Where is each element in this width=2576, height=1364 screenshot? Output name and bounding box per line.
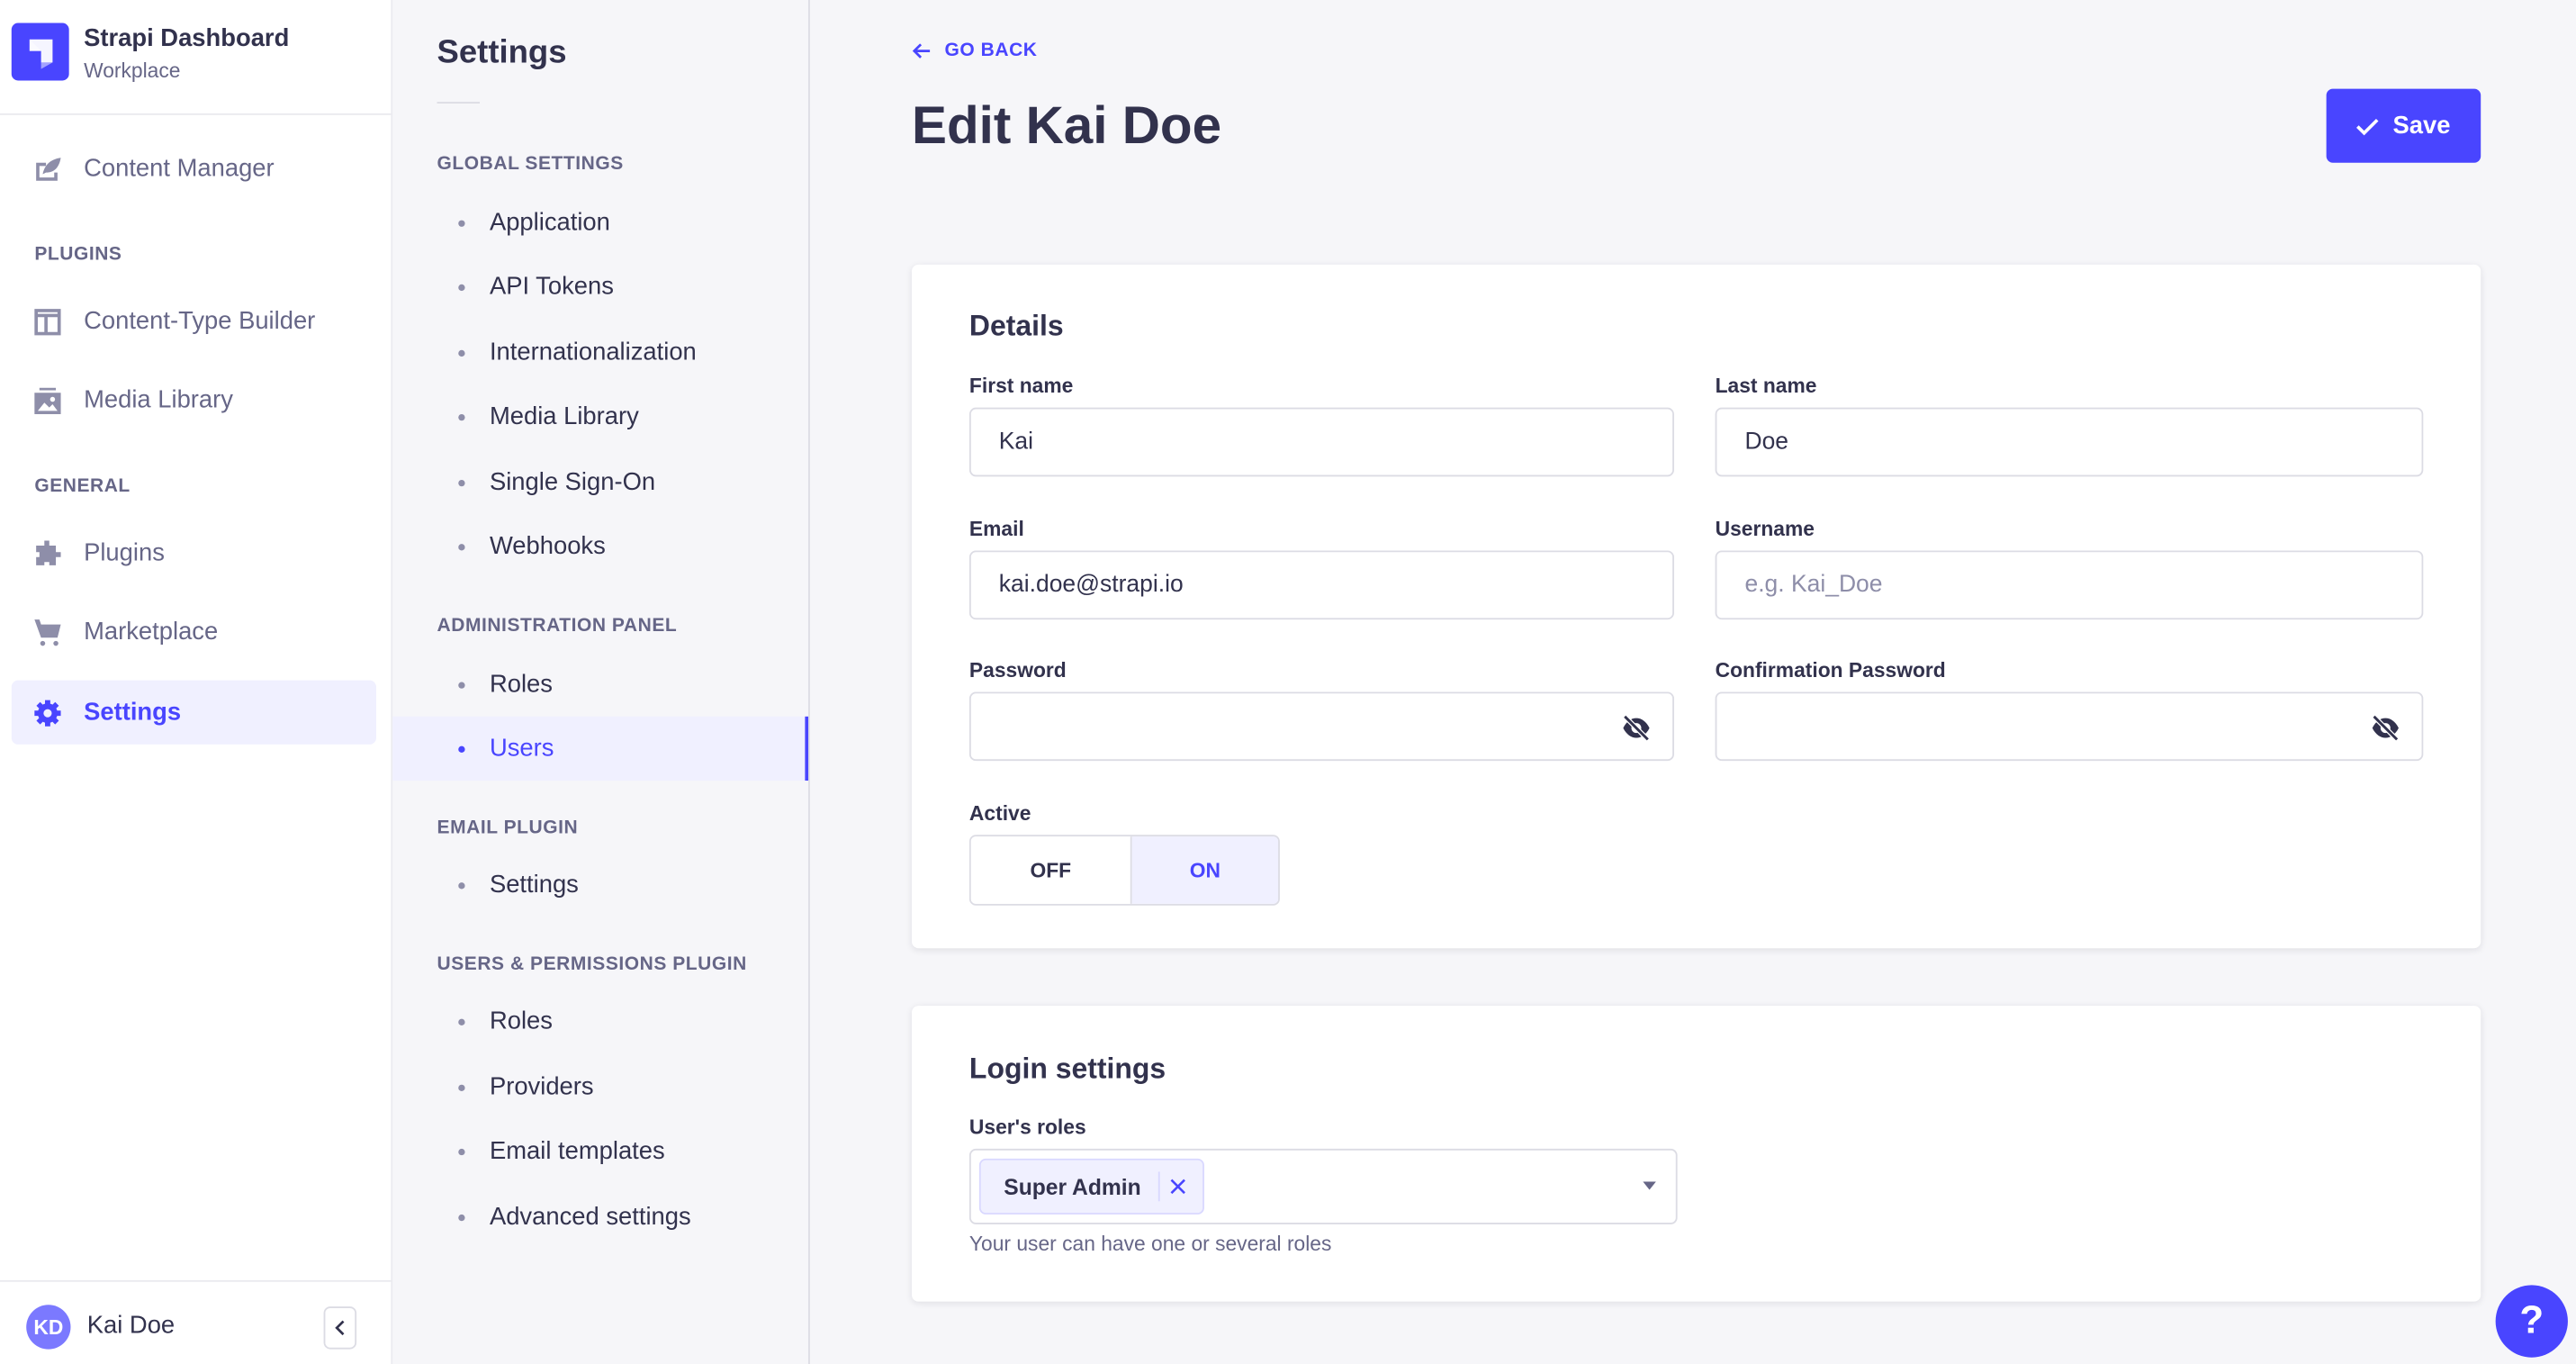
role-tag-label: Super Admin [1004, 1174, 1141, 1199]
nav-section-plugins: PLUGINS [34, 244, 122, 265]
image-icon [33, 385, 63, 415]
divider [0, 1279, 392, 1282]
confirm-password-label: Confirmation Password [1715, 658, 1946, 682]
subnav-label: Advanced settings [489, 1203, 691, 1232]
go-back-link[interactable]: GO BACK [912, 41, 1037, 61]
subnav-item-internationalization[interactable]: Internationalization [392, 321, 808, 384]
subnav-label: Single Sign-On [489, 468, 656, 497]
puzzle-icon [33, 538, 63, 568]
first-name-field[interactable]: Kai [968, 407, 1674, 477]
feather-icon [33, 154, 63, 184]
nav-item-content-manager[interactable]: Content Manager [12, 136, 376, 200]
last-name-label: Last name [1715, 375, 1817, 398]
eye-off-icon[interactable] [2371, 713, 2400, 743]
confirm-password-field[interactable] [1715, 691, 2424, 762]
subnav-section: EMAIL PLUGIN [437, 817, 579, 838]
subnav-title: Settings [437, 34, 567, 71]
roles-hint: Your user can have one or several roles [968, 1232, 1332, 1256]
nav-item-content-type-builder[interactable]: Content-Type Builder [12, 289, 376, 353]
first-name-label: First name [968, 375, 1074, 398]
last-name-field[interactable]: Doe [1715, 407, 2424, 477]
strapi-logo-icon [11, 23, 69, 81]
nav-label: Plugins [84, 538, 165, 567]
subnav-item-media-library[interactable]: Media Library [392, 384, 808, 448]
subnav-label: Internationalization [489, 339, 697, 367]
subnav-item-email-settings[interactable]: Settings [392, 853, 808, 917]
login-settings-title: Login settings [968, 1052, 1166, 1085]
subnav-section: GLOBAL SETTINGS [437, 154, 624, 175]
eye-off-icon[interactable] [1622, 713, 1652, 743]
password-field[interactable] [968, 691, 1674, 762]
nav-item-plugins[interactable]: Plugins [12, 521, 376, 585]
go-back-label: GO BACK [944, 41, 1038, 61]
layout-icon [33, 306, 63, 336]
save-button[interactable]: Save [2326, 88, 2481, 163]
password-label: Password [968, 658, 1067, 682]
nav-label: Marketplace [84, 618, 219, 646]
brand-subtitle: Workplace [84, 59, 181, 83]
nav-item-marketplace[interactable]: Marketplace [12, 600, 376, 664]
subnav-label: Settings [489, 871, 579, 899]
details-title: Details [968, 309, 1064, 342]
toggle-off[interactable]: OFF [970, 836, 1132, 904]
subnav-label: Application [489, 208, 610, 237]
check-icon [2356, 118, 2380, 135]
user-name[interactable]: Kai Doe [87, 1312, 175, 1340]
subnav-item-providers[interactable]: Providers [392, 1055, 808, 1119]
settings-subnav: Settings GLOBAL SETTINGS Application API… [392, 0, 810, 1364]
divider [437, 102, 480, 104]
avatar[interactable]: KD [26, 1305, 71, 1350]
subnav-item-email-templates[interactable]: Email templates [392, 1119, 808, 1183]
active-toggle[interactable]: OFF ON [968, 835, 1280, 906]
nav-item-settings[interactable]: Settings [11, 680, 376, 745]
role-tag: Super Admin [978, 1158, 1204, 1215]
collapse-nav-button[interactable] [323, 1306, 357, 1350]
subnav-item-application[interactable]: Application [392, 191, 808, 255]
subnav-section: USERS & PERMISSIONS PLUGIN [437, 954, 747, 975]
subnav-item-users[interactable]: Users [392, 716, 809, 781]
nav-label: Settings [84, 698, 182, 727]
toggle-on[interactable]: ON [1131, 836, 1279, 904]
chevron-left-icon [335, 1320, 345, 1336]
cart-icon [33, 617, 63, 646]
main-nav: Strapi Dashboard Workplace Content Manag… [0, 0, 393, 1364]
roles-label: User's roles [968, 1116, 1086, 1139]
email-field[interactable]: kai.doe@strapi.io [968, 550, 1674, 620]
subnav-item-sso[interactable]: Single Sign-On [392, 450, 808, 514]
brand-title: Strapi Dashboard [84, 24, 290, 53]
nav-section-general: GENERAL [34, 476, 131, 497]
subnav-item-webhooks[interactable]: Webhooks [392, 514, 808, 578]
nav-label: Media Library [84, 385, 233, 414]
subnav-item-admin-roles[interactable]: Roles [392, 653, 808, 717]
subnav-item-api-tokens[interactable]: API Tokens [392, 255, 808, 319]
subnav-label: Media Library [489, 402, 639, 431]
active-label: Active [968, 801, 1031, 826]
gear-icon [33, 698, 63, 727]
subnav-label: Roles [489, 670, 553, 699]
roles-select[interactable]: Super Admin [968, 1148, 1678, 1224]
subnav-label: Roles [489, 1007, 553, 1035]
subnav-item-up-roles[interactable]: Roles [392, 989, 808, 1053]
subnav-item-advanced-settings[interactable]: Advanced settings [392, 1185, 808, 1249]
subnav-label: Email templates [489, 1137, 665, 1166]
subnav-label: Providers [489, 1072, 594, 1101]
email-label: Email [968, 517, 1024, 541]
nav-label: Content-Type Builder [84, 307, 316, 336]
username-label: Username [1715, 517, 1815, 541]
subnav-section: ADMINISTRATION PANEL [437, 616, 678, 637]
arrow-left-icon [912, 43, 931, 59]
help-button[interactable]: ? [2495, 1285, 2568, 1358]
page-title: Edit Kai Doe [912, 95, 1222, 155]
nav-label: Content Manager [84, 154, 275, 183]
subnav-label: Webhooks [489, 532, 606, 561]
caret-down-icon[interactable] [1643, 1181, 1656, 1190]
subnav-label: API Tokens [489, 272, 614, 302]
nav-item-media-library[interactable]: Media Library [12, 368, 376, 432]
subnav-label: Users [489, 734, 554, 763]
brand: Strapi Dashboard Workplace [0, 0, 392, 115]
remove-role-icon[interactable] [1169, 1179, 1185, 1195]
username-field[interactable]: e.g. Kai_Doe [1715, 550, 2424, 620]
save-label: Save [2392, 112, 2451, 140]
